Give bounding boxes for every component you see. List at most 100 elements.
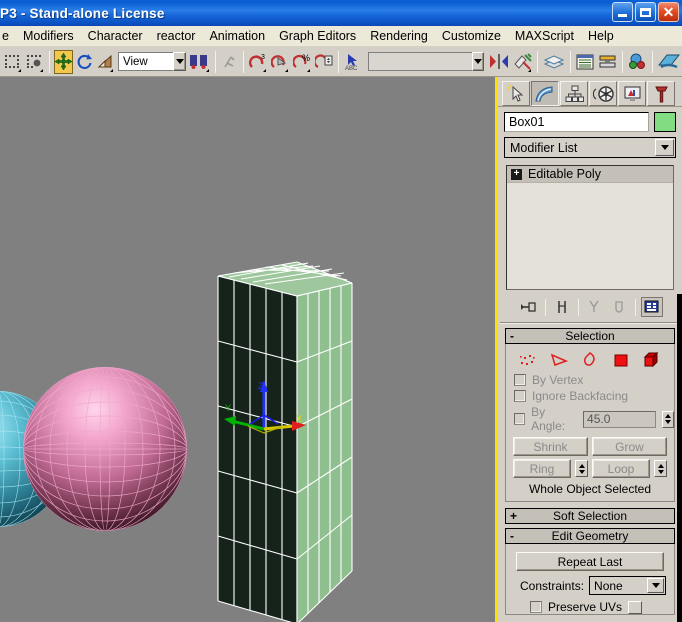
- tab-hierarchy[interactable]: [560, 81, 588, 106]
- menu-item-edit[interactable]: e: [0, 27, 16, 45]
- perspective-viewport[interactable]: Z Y X: [0, 77, 498, 622]
- loop-spinner[interactable]: [654, 460, 667, 477]
- element-icon[interactable]: [642, 351, 662, 369]
- object-color-swatch[interactable]: [654, 112, 676, 132]
- reference-coordinate-dropdown-arrow[interactable]: [173, 52, 186, 71]
- configure-modifier-sets-icon[interactable]: [640, 297, 663, 317]
- menu-bar: e Modifiers Character reactor Animation …: [0, 26, 682, 47]
- object-name-field[interactable]: Box01: [504, 112, 649, 132]
- ignore-backfacing-checkbox[interactable]: [514, 390, 526, 402]
- tab-motion[interactable]: [589, 81, 617, 106]
- tab-create[interactable]: [502, 81, 530, 106]
- layer-manager-icon[interactable]: [542, 50, 566, 74]
- spinner-snap-icon[interactable]: [314, 50, 334, 74]
- constraints-value: None: [594, 578, 623, 593]
- pin-stack-icon[interactable]: [518, 297, 540, 317]
- modifier-stack[interactable]: + Editable Poly: [506, 165, 674, 290]
- select-region-icon[interactable]: [3, 50, 23, 74]
- gizmo-y-label: Y: [225, 403, 231, 413]
- vertex-icon[interactable]: [518, 351, 538, 369]
- close-button[interactable]: ✕: [658, 2, 679, 22]
- chevron-down-icon[interactable]: [655, 139, 674, 156]
- remove-modifier-icon[interactable]: [608, 297, 630, 317]
- ignore-backfacing-label: Ignore Backfacing: [532, 389, 629, 403]
- tab-display[interactable]: [618, 81, 646, 106]
- loop-button[interactable]: Loop: [592, 459, 650, 478]
- grow-button[interactable]: Grow: [592, 437, 667, 456]
- menu-item-maxscript[interactable]: MAXScript: [508, 27, 581, 45]
- by-angle-field[interactable]: 45.0: [583, 410, 657, 428]
- toolbar-separator: [337, 50, 339, 73]
- rollout-header-selection[interactable]: - Selection: [505, 328, 675, 344]
- select-by-name-icon[interactable]: ABC: [343, 50, 363, 74]
- modifier-stack-empty-area[interactable]: [507, 183, 673, 289]
- rollout-header-edit-geometry[interactable]: - Edit Geometry: [505, 528, 675, 544]
- rollout-toggle-soft-selection[interactable]: +: [510, 509, 517, 523]
- material-editor-icon[interactable]: [627, 50, 648, 74]
- maximize-button[interactable]: [635, 2, 656, 22]
- select-and-scale-icon[interactable]: [96, 50, 115, 74]
- ring-loop-row: Ring Loop: [506, 456, 674, 478]
- menu-item-character[interactable]: Character: [81, 27, 150, 45]
- chevron-down-icon[interactable]: [647, 578, 664, 593]
- preserve-uvs-checkbox[interactable]: [530, 601, 542, 613]
- constraints-dropdown[interactable]: None: [589, 576, 666, 595]
- border-icon[interactable]: [580, 351, 600, 369]
- command-panel-scrollbar[interactable]: [677, 294, 682, 622]
- by-angle-checkbox[interactable]: [514, 413, 526, 425]
- modifier-list-label: Modifier List: [510, 140, 578, 155]
- use-center-flyout-icon[interactable]: [187, 50, 211, 74]
- shrink-grow-row: Shrink Grow: [506, 434, 674, 456]
- snaps-toggle-icon[interactable]: 3: [248, 50, 268, 74]
- stack-item-editable-poly[interactable]: + Editable Poly: [507, 166, 673, 183]
- shrink-button[interactable]: Shrink: [513, 437, 588, 456]
- menu-item-animation[interactable]: Animation: [202, 27, 272, 45]
- by-vertex-row[interactable]: By Vertex: [506, 372, 674, 388]
- percent-snap-icon[interactable]: %: [292, 50, 312, 74]
- by-vertex-checkbox[interactable]: [514, 374, 526, 386]
- selection-status-text: Whole Object Selected: [528, 482, 652, 496]
- menu-item-modifiers[interactable]: Modifiers: [16, 27, 81, 45]
- tab-utilities[interactable]: [647, 81, 675, 106]
- curve-editor-icon[interactable]: [575, 50, 595, 74]
- by-angle-spinner[interactable]: [662, 410, 674, 428]
- reference-coordinate-value: View: [123, 55, 148, 68]
- rollout-toggle-selection[interactable]: -: [510, 329, 514, 343]
- rollout-toggle-edit-geometry[interactable]: -: [510, 529, 514, 543]
- reference-coordinate-system-combo[interactable]: View: [118, 52, 174, 71]
- rollout-header-soft-selection[interactable]: + Soft Selection: [505, 508, 675, 524]
- select-and-move-icon[interactable]: [54, 49, 73, 74]
- modifier-list-dropdown[interactable]: Modifier List: [504, 137, 676, 158]
- angle-snap-icon[interactable]: [270, 50, 290, 74]
- render-scene-icon[interactable]: [657, 50, 681, 74]
- ring-spinner[interactable]: [575, 460, 588, 477]
- application-window: P3 - Stand-alone License ✕ e Modifiers C…: [0, 0, 682, 622]
- ring-button[interactable]: Ring: [513, 459, 571, 478]
- align-icon[interactable]: [512, 50, 533, 74]
- make-unique-icon[interactable]: [584, 297, 606, 317]
- menu-item-help[interactable]: Help: [581, 27, 621, 45]
- schematic-view-icon[interactable]: [597, 50, 618, 74]
- show-end-result-icon[interactable]: [551, 297, 573, 317]
- menu-item-graph-editors[interactable]: Graph Editors: [272, 27, 363, 45]
- window-title: P3 - Stand-alone License: [0, 5, 165, 21]
- tab-modify[interactable]: [531, 81, 559, 106]
- named-selection-dropdown-arrow[interactable]: [471, 52, 484, 71]
- mirror-icon[interactable]: [488, 50, 510, 74]
- repeat-last-button[interactable]: Repeat Last: [516, 552, 664, 571]
- set-key-icon[interactable]: [220, 50, 239, 74]
- ignore-backfacing-row[interactable]: Ignore Backfacing: [506, 388, 674, 404]
- edge-icon[interactable]: [549, 351, 569, 369]
- preserve-uvs-settings-button[interactable]: [628, 600, 643, 614]
- main-toolbar: View 3 % ABC: [0, 47, 682, 77]
- select-object-icon[interactable]: [25, 50, 45, 74]
- polygon-icon[interactable]: [611, 351, 631, 369]
- expand-icon[interactable]: +: [511, 168, 522, 180]
- menu-item-rendering[interactable]: Rendering: [363, 27, 435, 45]
- named-selection-sets-field[interactable]: [367, 52, 472, 71]
- menu-item-customize[interactable]: Customize: [435, 27, 508, 45]
- minimize-button[interactable]: [612, 2, 633, 22]
- select-and-rotate-icon[interactable]: [75, 50, 94, 74]
- by-angle-row[interactable]: By Angle: 45.0: [506, 404, 674, 434]
- menu-item-reactor[interactable]: reactor: [150, 27, 203, 45]
